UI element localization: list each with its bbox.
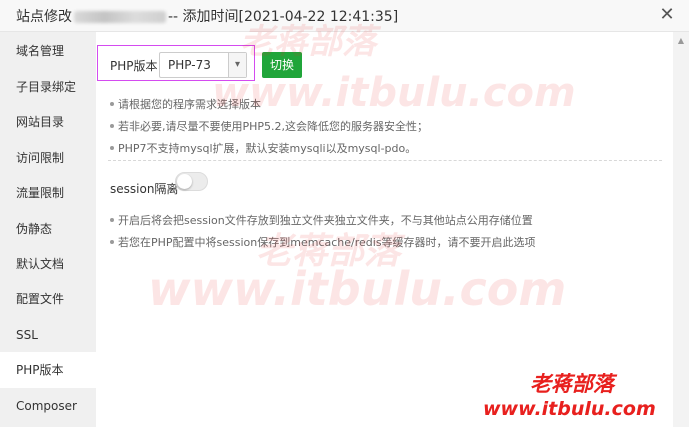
tip-item: 请根据您的程序需求选择版本 (110, 98, 261, 111)
sidebar-item-config-file[interactable]: 配置文件 (0, 281, 96, 317)
sidebar: 域名管理 子目录绑定 网站目录 访问限制 流量限制 伪静态 默认文档 配置文件 … (0, 32, 96, 427)
sidebar-item-rewrite[interactable]: 伪静态 (0, 211, 96, 247)
sidebar-item-site-dir[interactable]: 网站目录 (0, 104, 96, 140)
tip-item: PHP7不支持mysql扩展，默认安装mysqli以及mysql-pdo。 (109, 142, 417, 155)
session-tip-item: 若您在PHP配置中将session保存到memcache/redis等缓存器时，… (110, 236, 536, 249)
dialog-title: 站点修改 -- 添加时间[2021-04-22 12:41:35] (16, 6, 398, 26)
php-version-panel: PHP版本 PHP-73 ▾ 切换 请根据您的程序需求选择版本 若非必要,请尽量… (96, 32, 673, 427)
sidebar-item-php-version[interactable]: PHP版本 (0, 352, 96, 388)
session-isolation-toggle[interactable] (175, 172, 208, 191)
section-divider (108, 160, 662, 161)
sidebar-item-subdir-binding[interactable]: 子目录绑定 (0, 69, 96, 105)
session-tip-item: 开启后将会把session文件存放到独立文件夹独立文件夹，不与其他站点公用存储位… (110, 214, 533, 227)
close-icon[interactable]: ✕ (659, 6, 675, 24)
sidebar-item-traffic-limit[interactable]: 流量限制 (0, 175, 96, 211)
dialog-title-suffix: -- 添加时间[2021-04-22 12:41:35] (168, 9, 399, 25)
php-version-select[interactable]: PHP-73 ▾ (159, 52, 247, 78)
redacted-site-name (74, 11, 166, 23)
tip-item: 若非必要,请尽量不要使用PHP5.2,这会降低您的服务器安全性； (109, 120, 429, 133)
vertical-scrollbar[interactable]: ▲ (673, 32, 689, 427)
session-isolation-label: session隔离 (110, 182, 179, 196)
sidebar-item-access-limit[interactable]: 访问限制 (0, 140, 96, 176)
toggle-knob (177, 174, 192, 189)
sidebar-item-default-doc[interactable]: 默认文档 (0, 246, 96, 282)
chevron-down-icon: ▾ (228, 53, 246, 77)
dialog-title-prefix: 站点修改 (16, 9, 72, 25)
sidebar-item-ssl[interactable]: SSL (0, 317, 96, 353)
php-version-label: PHP版本 (110, 59, 158, 73)
sidebar-item-composer[interactable]: Composer (0, 388, 96, 424)
scroll-up-arrow-icon[interactable]: ▲ (673, 36, 689, 46)
sidebar-item-domain[interactable]: 域名管理 (0, 33, 96, 69)
dialog-titlebar: 站点修改 -- 添加时间[2021-04-22 12:41:35] ✕ (0, 0, 689, 32)
switch-button[interactable]: 切换 (262, 52, 302, 78)
php-version-selected: PHP-73 (168, 58, 211, 72)
